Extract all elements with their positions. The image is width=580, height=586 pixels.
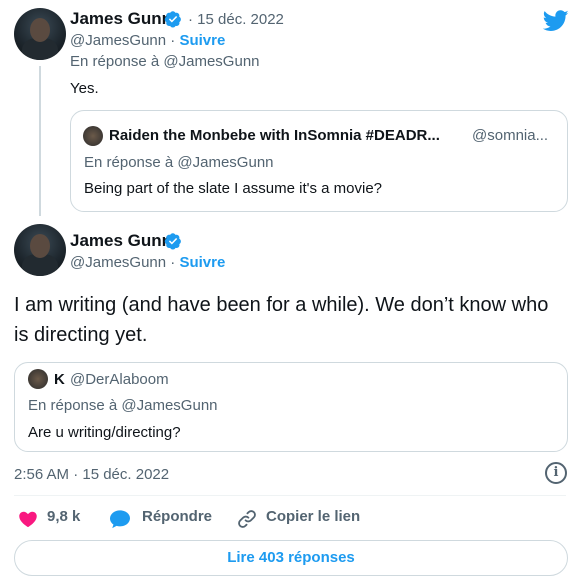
handle-line: @JamesGunn · Suivre [70, 32, 225, 49]
author-handle[interactable]: @JamesGunn [70, 254, 166, 271]
tweet-text: Yes. [70, 80, 99, 97]
quoted-author-handle: @DerAlaboom [70, 371, 169, 388]
author-name[interactable]: James Gunn [70, 9, 172, 29]
quoted-author-name: Raiden the Monbebe with InSomnia #DEADR.… [109, 127, 440, 144]
quoted-reply-context: En réponse à @JamesGunn [28, 397, 218, 414]
handle-line: @JamesGunn · Suivre [70, 254, 225, 271]
quoted-author-handle: @somnia... [472, 127, 549, 144]
copy-link-button[interactable]: Copier le lien [266, 508, 360, 525]
avatar[interactable] [14, 8, 66, 60]
reply-context[interactable]: En réponse à @JamesGunn [70, 53, 260, 70]
heart-icon[interactable] [18, 509, 38, 529]
quoted-tweet-text: Are u writing/directing? [28, 424, 181, 441]
thread-line [39, 66, 41, 216]
verified-badge-icon [164, 233, 181, 250]
verified-badge-icon [164, 11, 181, 28]
author-name[interactable]: James Gunn [70, 231, 172, 251]
avatar[interactable] [14, 224, 66, 276]
quoted-avatar [28, 369, 48, 389]
quoted-author-name: K [54, 371, 65, 388]
author-handle[interactable]: @JamesGunn [70, 32, 166, 49]
divider [14, 495, 566, 496]
twitter-logo-icon[interactable] [543, 10, 569, 32]
reply-button[interactable]: Répondre [142, 508, 212, 525]
like-count[interactable]: 9,8 k [47, 508, 80, 525]
tweet-timestamp[interactable]: 2:56 AM · 15 déc. 2022 [14, 466, 169, 483]
read-replies-button[interactable]: Lire 403 réponses [14, 540, 568, 576]
link-icon[interactable] [236, 508, 258, 530]
tweet-date[interactable]: · 15 déc. 2022 [188, 11, 284, 28]
separator: · [170, 254, 176, 271]
info-icon[interactable]: i [545, 462, 567, 484]
separator: · [170, 32, 176, 49]
follow-button[interactable]: Suivre [179, 32, 225, 49]
quoted-avatar [83, 126, 103, 146]
follow-button[interactable]: Suivre [179, 254, 225, 271]
tweet-text: I am writing (and have been for a while)… [14, 294, 549, 346]
quoted-tweet-text: Being part of the slate I assume it's a … [84, 180, 383, 197]
quoted-reply-context: En réponse à @JamesGunn [84, 154, 274, 171]
reply-bubble-icon[interactable] [109, 509, 131, 529]
